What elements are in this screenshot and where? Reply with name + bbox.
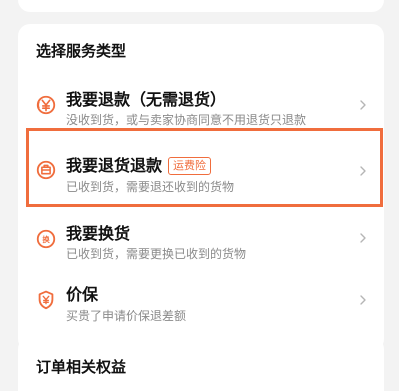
exchange-icon: 换 bbox=[36, 229, 56, 249]
price-protection-label: 价保 bbox=[66, 285, 99, 304]
return-package-icon bbox=[36, 160, 56, 180]
return-refund-option[interactable]: 我要退货退款 运费险 已收到货，需要退还收到的货物 bbox=[18, 132, 384, 194]
order-benefits-title: 订单相关权益 bbox=[36, 358, 127, 376]
exchange-description: 已收到货，需要更换已收到的货物 bbox=[66, 247, 247, 261]
refund-coin-icon bbox=[36, 95, 56, 115]
chevron-right-icon bbox=[360, 100, 366, 110]
refund-only-option[interactable]: 我要退款（无需退货） 没收到货，或与卖家协商同意不用退货只退款 bbox=[18, 76, 384, 136]
chevron-right-icon bbox=[360, 295, 366, 305]
exchange-option[interactable]: 换 我要换货 已收到货，需要更换已收到的货物 bbox=[18, 208, 384, 268]
service-type-card: 选择服务类型 我要退款（无需退货） 没收到货，或与卖家协商同意不用退货只退款 我… bbox=[18, 24, 384, 351]
chevron-right-icon bbox=[360, 166, 366, 176]
chevron-right-icon bbox=[360, 233, 366, 243]
price-protection-description: 买贵了申请价保退差额 bbox=[66, 309, 187, 323]
price-protection-shield-icon bbox=[38, 290, 54, 310]
svg-text:换: 换 bbox=[42, 235, 50, 244]
service-type-title: 选择服务类型 bbox=[36, 42, 127, 60]
refund-only-description: 没收到货，或与卖家协商同意不用退货只退款 bbox=[66, 113, 307, 127]
shipping-insurance-badge: 运费险 bbox=[168, 157, 212, 175]
previous-card bbox=[18, 0, 384, 12]
after-sales-service-page: 选择服务类型 我要退款（无需退货） 没收到货，或与卖家协商同意不用退货只退款 我… bbox=[0, 0, 399, 391]
return-refund-description: 已收到货，需要退还收到的货物 bbox=[66, 180, 235, 194]
return-refund-label: 我要退货退款 运费险 bbox=[66, 152, 212, 176]
order-benefits-card: 订单相关权益 bbox=[18, 337, 384, 391]
return-refund-label-text: 我要退货退款 bbox=[66, 156, 163, 175]
refund-only-label: 我要退款（无需退货） bbox=[66, 90, 227, 109]
exchange-label: 我要换货 bbox=[66, 224, 131, 243]
price-protection-option[interactable]: 价保 买贵了申请价保退差额 bbox=[18, 270, 384, 330]
